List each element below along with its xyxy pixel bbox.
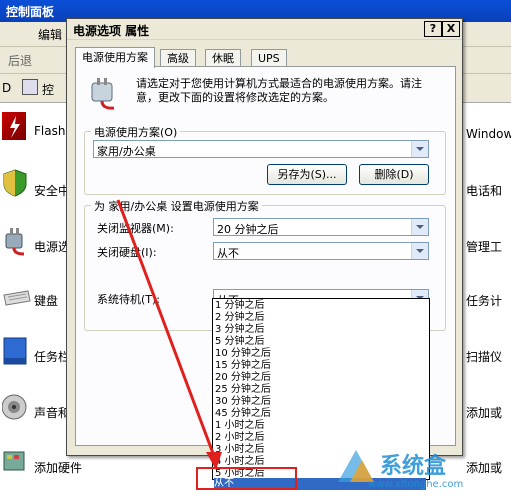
watermark-text: 系统盒 bbox=[380, 454, 447, 479]
annotation-highlight-box bbox=[196, 467, 297, 490]
watermark-url: www.xitonghe.com bbox=[368, 479, 464, 490]
annotation-arrow bbox=[116, 199, 222, 470]
tab-power-schemes[interactable]: 电源使用方案 bbox=[75, 47, 155, 68]
